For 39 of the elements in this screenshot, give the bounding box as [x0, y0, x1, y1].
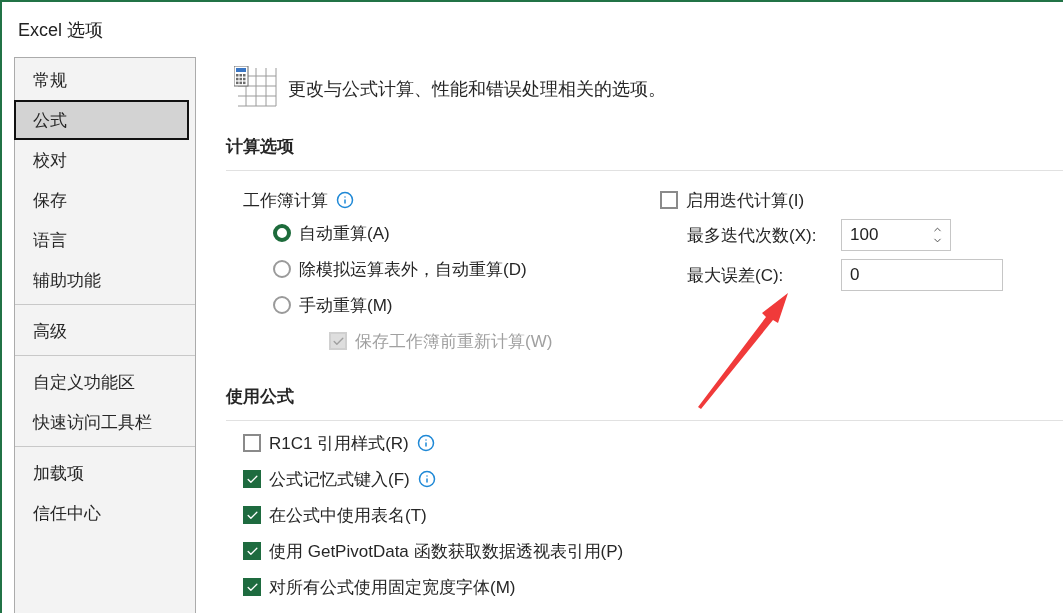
input-field[interactable]: 0 [841, 259, 1003, 291]
checkbox[interactable] [243, 506, 261, 524]
radio-button[interactable] [273, 224, 291, 242]
sidebar-item[interactable]: 保存 [14, 180, 189, 220]
field-label: 最多迭代次数(X): [687, 224, 818, 247]
sidebar-item[interactable]: 快速访问工具栏 [14, 402, 189, 442]
checkbox-label: 启用迭代计算(I) [686, 189, 805, 212]
checkbox-label: 对所有公式使用固定宽度字体(M) [269, 576, 516, 599]
radio-button[interactable] [273, 260, 291, 278]
sidebar-item[interactable]: 辅助功能 [14, 260, 189, 300]
checkbox-label: 在公式中使用表名(T) [269, 504, 427, 527]
section-title: 使用公式 [226, 387, 294, 406]
checkbox[interactable] [243, 470, 261, 488]
sidebar-item[interactable]: 高级 [14, 311, 189, 351]
checkbox-label: 保存工作簿前重新计算(W) [355, 330, 553, 353]
sidebar-item[interactable]: 自定义功能区 [14, 362, 189, 402]
checkbox[interactable] [243, 434, 261, 452]
checkbox[interactable] [243, 542, 261, 560]
window-title: Excel 选项 [18, 18, 104, 42]
spinner-field[interactable]: 100 [841, 219, 951, 251]
checkbox[interactable] [660, 191, 678, 209]
radio-label: 手动重算(M) [299, 294, 393, 317]
checkbox-label: 公式记忆式键入(F) [269, 468, 410, 491]
radio-button[interactable] [273, 296, 291, 314]
checkbox-label: R1C1 引用样式(R) [269, 432, 409, 455]
sidebar-item[interactable]: 语言 [14, 220, 189, 260]
sidebar-item[interactable]: 校对 [14, 140, 189, 180]
sidebar-item[interactable]: 公式 [14, 100, 189, 140]
workbook-calculation-label: 工作簿计算 [243, 189, 328, 212]
header-description: 更改与公式计算、性能和错误处理相关的选项。 [288, 78, 666, 101]
checkbox[interactable] [243, 578, 261, 596]
field-label: 最大误差(C): [687, 264, 785, 287]
sidebar-item[interactable]: 加载项 [14, 453, 189, 493]
sidebar-item[interactable]: 常规 [14, 60, 189, 100]
sidebar-item[interactable]: 信任中心 [14, 493, 189, 533]
radio-label: 自动重算(A) [299, 222, 390, 245]
section-title: 计算选项 [226, 137, 294, 156]
radio-label: 除模拟运算表外，自动重算(D) [299, 258, 527, 281]
checkbox-label: 使用 GetPivotData 函数获取数据透视表引用(P) [269, 540, 624, 563]
